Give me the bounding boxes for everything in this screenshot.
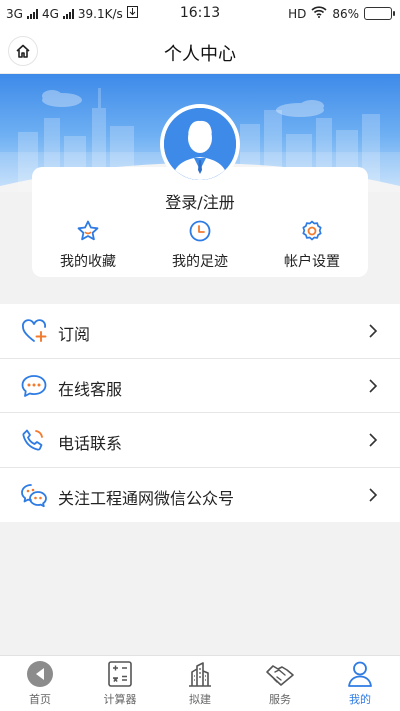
menu-item-phone[interactable]: 电话联系: [0, 413, 400, 468]
avatar[interactable]: [160, 104, 240, 184]
page-title: 个人中心: [164, 44, 236, 65]
tab-mine[interactable]: 我的: [320, 656, 400, 711]
phone-icon: [22, 429, 43, 451]
battery-percent: 86%: [332, 6, 359, 21]
calculator-icon: [108, 661, 132, 687]
tab-planned[interactable]: 拟建: [160, 656, 240, 711]
hd-label: HD: [288, 6, 307, 21]
favorites-label: 我的收藏: [60, 254, 116, 270]
subscribe-heart-icon: [22, 319, 47, 342]
account-settings-label: 帐户设置: [284, 254, 340, 270]
menu-label: 关注工程通网微信公众号: [58, 488, 235, 508]
menu-item-subscribe[interactable]: 订阅: [0, 304, 400, 359]
menu-label: 电话联系: [58, 434, 123, 453]
star-icon: [77, 220, 99, 241]
tab-label: 拟建: [189, 693, 211, 706]
quick-actions: 我的收藏 我的足迹 帐户设置: [32, 217, 368, 271]
building-icon: [189, 662, 211, 687]
menu-list: 订阅 在线客服 电话联系 关注工程通网微信公众号: [0, 304, 400, 522]
handshake-icon: [266, 665, 294, 686]
back-arrow-icon: [27, 661, 53, 687]
chevron-right-icon: [369, 378, 378, 393]
chat-bubble-icon: [21, 374, 47, 397]
menu-label: 订阅: [58, 325, 91, 344]
chevron-right-icon: [369, 487, 378, 502]
menu-item-wechat[interactable]: 关注工程通网微信公众号: [0, 468, 400, 523]
nav-bar: 个人中心: [0, 28, 400, 74]
user-icon: [348, 661, 372, 687]
clock-icon: [189, 220, 211, 242]
status-right: HD 86%: [288, 6, 395, 21]
tab-label: 首页: [29, 693, 51, 706]
menu-item-online-service[interactable]: 在线客服: [0, 359, 400, 413]
tab-calculator[interactable]: 计算器: [80, 656, 160, 711]
tab-service[interactable]: 服务: [240, 656, 320, 711]
history-button[interactable]: 我的足迹: [144, 217, 256, 271]
tab-label: 计算器: [103, 693, 137, 706]
tab-home[interactable]: 首页: [0, 656, 80, 711]
bottom-tab-bar: 首页 计算器 拟建 服务 我的: [0, 655, 400, 711]
history-label: 我的足迹: [172, 254, 228, 270]
chevron-right-icon: [369, 324, 378, 338]
gear-icon: [302, 220, 322, 241]
wifi-icon: [311, 6, 327, 21]
favorites-button[interactable]: 我的收藏: [32, 217, 144, 271]
login-register-link[interactable]: 登录/注册: [32, 189, 368, 213]
tab-label: 我的: [349, 693, 371, 706]
menu-label: 在线客服: [58, 379, 123, 399]
wechat-icon: [21, 483, 47, 507]
chevron-right-icon: [369, 433, 378, 447]
battery-icon: [364, 7, 395, 20]
status-bar: 3G 4G 39.1K/s 16:13 HD 86%: [0, 0, 400, 28]
tab-label: 服务: [269, 693, 291, 706]
account-settings-button[interactable]: 帐户设置: [256, 217, 368, 271]
default-avatar-icon: [164, 108, 236, 180]
